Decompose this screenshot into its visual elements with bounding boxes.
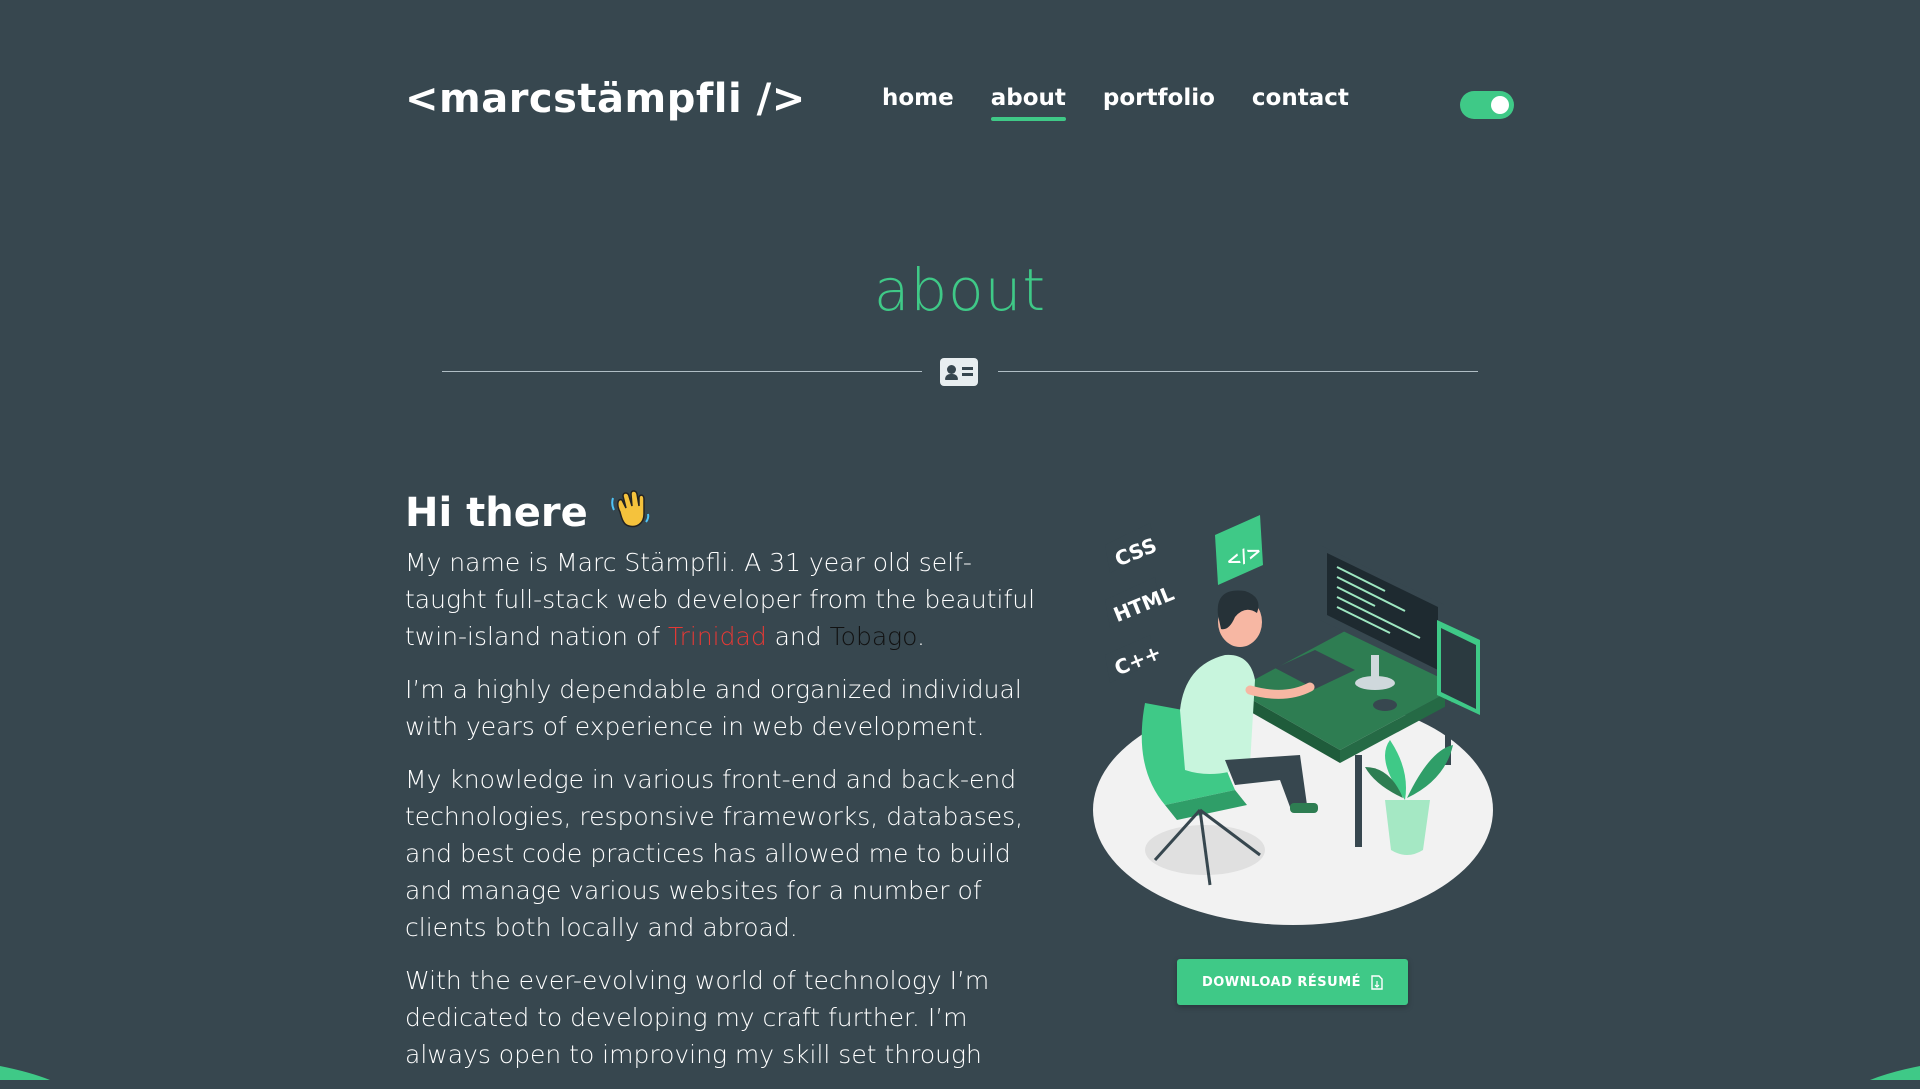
site-logo[interactable]: <marcstämpfli /> bbox=[405, 76, 806, 122]
divider-left bbox=[442, 371, 922, 372]
greeting-heading: Hi there bbox=[405, 486, 652, 536]
nav-contact[interactable]: contact bbox=[1252, 85, 1349, 111]
greeting-text: Hi there bbox=[405, 490, 588, 536]
tobago-word: Tobago bbox=[829, 622, 917, 651]
bio-p1-end: . bbox=[917, 622, 925, 651]
waving-hand-icon bbox=[610, 490, 649, 528]
bio-paragraph-2: I’m a highly dependable and organized in… bbox=[405, 675, 1022, 741]
bio-paragraph-4: With the ever-evolving world of technolo… bbox=[405, 966, 990, 1069]
developer-illustration: CSS HTML C++ </> bbox=[1093, 515, 1493, 925]
toggle-knob bbox=[1491, 96, 1509, 114]
download-resume-label: DOWNLOAD RÉSUMÉ bbox=[1201, 974, 1362, 990]
bio-p1-and: and bbox=[766, 622, 830, 651]
nav-home[interactable]: home bbox=[882, 85, 954, 111]
section-title: about bbox=[873, 256, 1047, 324]
divider-right bbox=[998, 371, 1478, 372]
file-icon bbox=[1371, 974, 1383, 990]
nav-about[interactable]: about bbox=[990, 85, 1067, 121]
nav-portfolio[interactable]: portfolio bbox=[1103, 85, 1215, 111]
bio-paragraph-1: My name is Marc Stämpfli. A 31 year old … bbox=[405, 544, 1045, 655]
theme-toggle[interactable] bbox=[1460, 91, 1514, 119]
download-resume-button[interactable]: DOWNLOAD RÉSUMÉ bbox=[1177, 959, 1408, 1005]
id-card-icon bbox=[940, 358, 978, 386]
bottom-wave-decoration bbox=[0, 1066, 1920, 1080]
bio-paragraph-3: My knowledge in various front-end and ba… bbox=[405, 765, 1024, 942]
bio-text: My name is Marc Stämpfli. A 31 year old … bbox=[405, 544, 1045, 1089]
trinidad-word: Trinidad bbox=[668, 622, 767, 651]
main-nav: home about portfolio contact bbox=[882, 85, 1386, 121]
